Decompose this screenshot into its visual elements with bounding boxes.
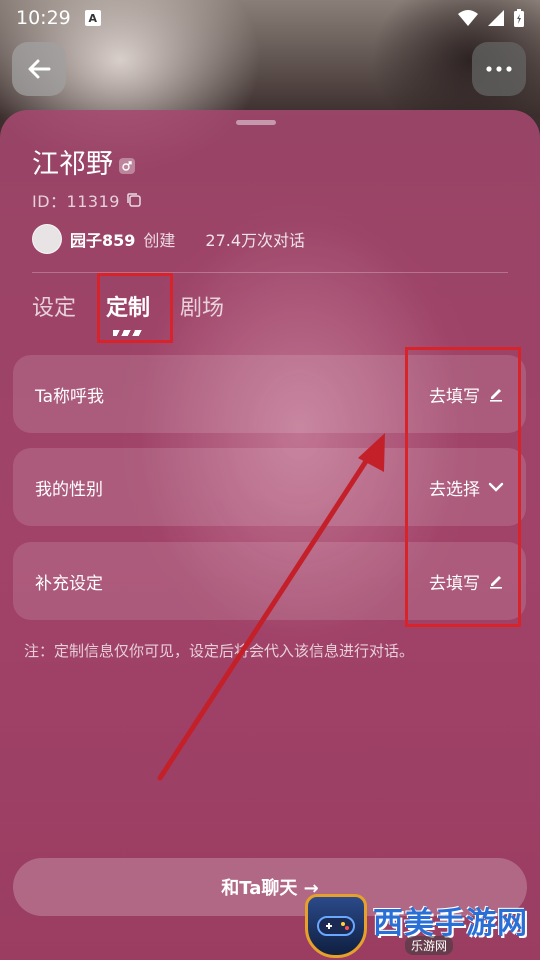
back-button[interactable]	[12, 42, 66, 96]
status-time: 10:29	[16, 7, 71, 29]
wifi-icon	[458, 10, 478, 26]
gamepad-icon	[305, 894, 367, 958]
creator-info: 园子859 创建 27.4万次对话	[32, 224, 305, 254]
tab-theater[interactable]: 剧场	[180, 290, 224, 322]
character-name: 江祁野	[32, 142, 135, 181]
arrow-left-icon	[28, 59, 51, 79]
tab-settings[interactable]: 设定	[32, 290, 76, 322]
more-button[interactable]	[472, 42, 526, 96]
copy-icon[interactable]	[126, 192, 142, 208]
field-label: 我的性别	[35, 479, 103, 500]
character-id-text: ID：11319	[32, 192, 120, 211]
signal-icon	[488, 10, 504, 26]
field-label: 补充设定	[35, 573, 103, 594]
watermark-subtitle: 乐游网	[405, 936, 454, 955]
watermark-title: 西美手游网	[373, 906, 528, 941]
more-dots-icon	[486, 66, 512, 72]
creator-avatar[interactable]	[32, 224, 62, 254]
annotation-box-tab	[97, 273, 173, 343]
customize-note: 注：定制信息仅你可见，设定后将会代入该信息进行对话。	[24, 642, 415, 660]
sheet-grabber[interactable]	[236, 120, 276, 125]
conversation-count: 27.4万次对话	[205, 231, 306, 250]
watermark-logo: 西美手游网 乐游网	[305, 892, 540, 960]
character-sheet: 江祁野 ID：11319 园子859 创建 27.4万次对话 设定 定制 剧场 …	[0, 110, 540, 960]
creator-name[interactable]: 园子859	[70, 227, 135, 251]
annotation-box-actions	[405, 347, 521, 627]
character-id: ID：11319	[32, 188, 142, 212]
gender-male-icon	[119, 157, 135, 174]
status-bar: 10:29 A	[0, 0, 540, 36]
notification-badge-icon: A	[84, 10, 101, 26]
field-label: Ta称呼我	[35, 386, 104, 407]
character-name-text: 江祁野	[32, 149, 113, 180]
created-label: 创建	[143, 231, 176, 250]
battery-icon	[514, 9, 524, 27]
